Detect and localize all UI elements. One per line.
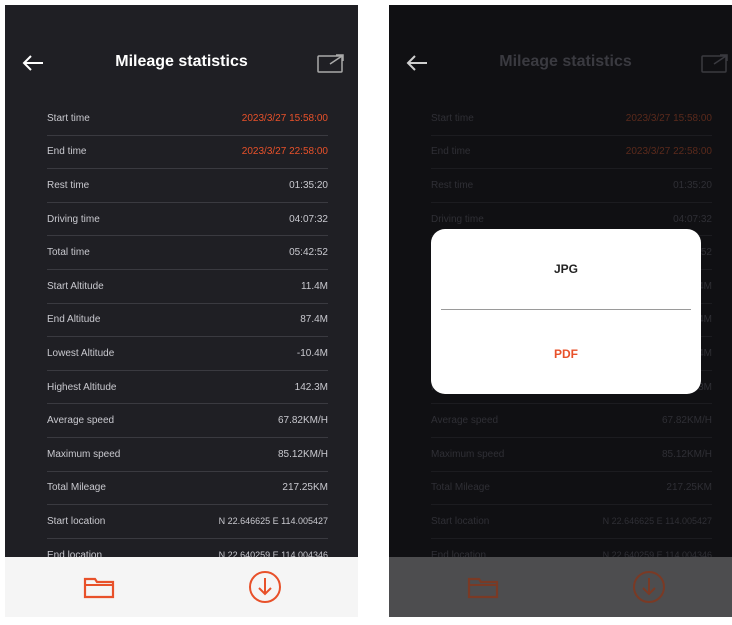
stat-value: 04:07:32 [673, 213, 712, 225]
stat-row-lowest-altitude: Lowest Altitude -10.4M [47, 337, 328, 371]
stat-value: 11.4M [300, 280, 328, 292]
stat-value: 85.12KM/H [661, 448, 712, 460]
stat-value: 67.82KM/H [277, 415, 328, 427]
bottom-toolbar [5, 557, 358, 617]
stat-label: Start location [431, 515, 490, 527]
export-icon[interactable] [316, 52, 346, 74]
stat-row-start-altitude: Start Altitude 11.4M [47, 270, 328, 304]
stat-value: 2023/3/27 15:58:00 [625, 112, 712, 124]
pdf-option-button[interactable]: PDF [431, 314, 701, 394]
stat-label: Total Mileage [47, 482, 106, 494]
stat-row-maximum-speed: Maximum speed 85.12KM/H [431, 438, 712, 472]
stat-value: 2023/3/27 22:58:00 [625, 146, 712, 158]
stats-list: Start time 2023/3/27 15:58:00 End time 202… [47, 102, 328, 573]
stat-value: 142.3M [294, 381, 328, 393]
stat-label: Maximum speed [431, 448, 505, 460]
stat-row-total-mileage: Total Mileage 217.25KM [47, 472, 328, 506]
stat-row-start-time: Start time 2023/3/27 15:58:00 [431, 102, 712, 136]
stat-value: N 22.646625 E 114.005427 [602, 516, 712, 527]
stat-value: 01:35:20 [289, 179, 328, 191]
stat-value: 87.4M [300, 314, 328, 326]
stat-row-maximum-speed: Maximum speed 85.12KM/H [47, 438, 328, 472]
stat-label: Start Altitude [47, 280, 104, 292]
stat-value: 01:35:20 [673, 179, 712, 191]
stat-label: Average speed [431, 415, 499, 427]
stat-value: 217.25KM [282, 482, 328, 494]
stat-row-end-time: End time 2023/3/27 22:58:00 [47, 136, 328, 170]
stat-label: Start time [47, 112, 90, 124]
stat-label: Start time [431, 112, 474, 124]
stat-value: -10.4M [296, 347, 328, 359]
stat-label: Maximum speed [47, 448, 121, 460]
download-icon[interactable] [247, 569, 283, 605]
stat-label: End time [431, 146, 471, 158]
page-title: Mileage statistics [115, 53, 248, 70]
stat-label: Driving time [47, 213, 100, 225]
stat-label: End time [47, 146, 87, 158]
stat-row-driving-time: Driving time 04:07:32 [47, 203, 328, 237]
jpg-option-button[interactable]: JPG [431, 229, 701, 309]
stat-row-highest-altitude: Highest Altitude 142.3M [47, 371, 328, 405]
stat-label: Total Mileage [431, 482, 490, 494]
export-icon[interactable] [700, 52, 730, 74]
stat-value: 85.12KM/H [277, 448, 328, 460]
stat-value: 67.82KM/H [661, 415, 712, 427]
stat-row-rest-time: Rest time 01:35:20 [431, 169, 712, 203]
stat-row-end-time: End time 2023/3/27 22:58:00 [431, 136, 712, 170]
bottom-toolbar [389, 557, 732, 617]
stat-value: 04:07:32 [289, 213, 328, 225]
stat-row-start-time: Start time 2023/3/27 15:58:00 [47, 102, 328, 136]
folder-icon[interactable] [83, 574, 115, 600]
stat-row-average-speed: Average speed 67.82KM/H [431, 404, 712, 438]
stat-value: 2023/3/27 22:58:00 [241, 146, 328, 158]
stat-row-total-time: Total time 05:42:52 [47, 236, 328, 270]
stat-value: 05:42:52 [289, 247, 328, 259]
folder-icon [467, 577, 499, 599]
stat-label: Driving time [431, 213, 484, 225]
stat-row-end-altitude: End Altitude 87.4M [47, 304, 328, 338]
stat-label: Total time [47, 247, 90, 259]
stat-label: Average speed [47, 415, 115, 427]
stat-row-total-mileage: Total Mileage 217.25KM [431, 472, 712, 506]
export-format-dialog: JPG PDF [431, 229, 701, 394]
stat-value: 217.25KM [666, 482, 712, 494]
stat-row-rest-time: Rest time 01:35:20 [47, 169, 328, 203]
phone-screen-right: Mileage statistics Start time 2023/3/27 1… [389, 5, 732, 617]
download-icon [633, 571, 665, 603]
stat-row-start-location: Start location N 22.646625 E 114.005427 [47, 505, 328, 539]
stat-row-start-location: Start location N 22.646625 E 114.005427 [431, 505, 712, 539]
stat-label: Highest Altitude [47, 381, 117, 393]
stat-label: Lowest Altitude [47, 347, 115, 359]
stat-value: N 22.646625 E 114.005427 [218, 516, 328, 527]
phone-screen-left: Mileage statistics Start time 2023/3/27 1… [5, 5, 358, 617]
dialog-divider [441, 309, 691, 310]
stat-row-average-speed: Average speed 67.82KM/H [47, 404, 328, 438]
stat-label: End Altitude [47, 314, 101, 326]
stat-label: Start location [47, 515, 106, 527]
stat-value: 2023/3/27 15:58:00 [241, 112, 328, 124]
stat-label: Rest time [47, 179, 90, 191]
stat-label: Rest time [431, 179, 474, 191]
page-title: Mileage statistics [499, 53, 632, 70]
